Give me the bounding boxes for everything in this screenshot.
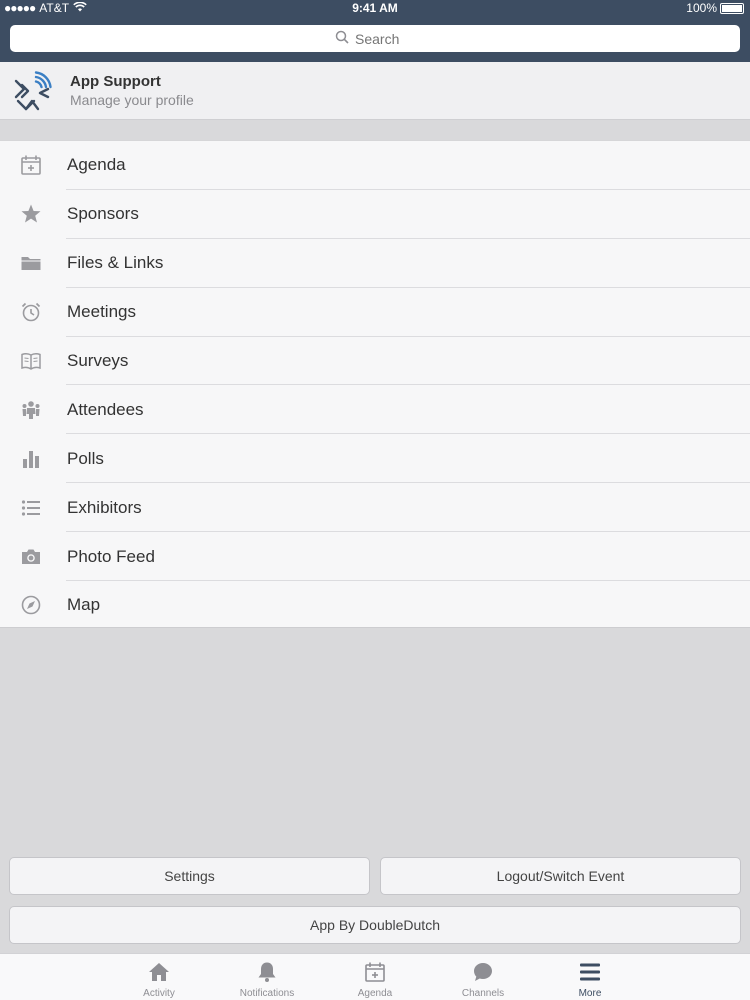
menu-item-label: Exhibitors: [67, 497, 142, 517]
menu-item-label: Agenda: [67, 155, 126, 175]
status-time: 9:41 AM: [352, 1, 398, 15]
tab-label: Activity: [143, 988, 175, 999]
search-bar-container: [0, 17, 750, 62]
compass-icon: [18, 592, 44, 618]
menu-item-polls[interactable]: Polls: [0, 434, 750, 484]
folder-icon: [18, 250, 44, 276]
home-icon: [149, 963, 169, 981]
calendar-icon: [18, 152, 44, 178]
menu-item-map[interactable]: Map: [0, 581, 750, 630]
settings-button[interactable]: Settings: [9, 857, 370, 895]
menu-item-sponsors[interactable]: Sponsors: [0, 190, 750, 239]
menu-item-exhibitors[interactable]: Exhibitors: [0, 483, 750, 533]
tab-more[interactable]: More: [550, 954, 630, 1000]
menu-item-label: Files & Links: [67, 253, 164, 273]
tab-channels[interactable]: Channels: [443, 954, 523, 1000]
people-icon: [18, 397, 44, 423]
menu-item-surveys[interactable]: Surveys: [0, 337, 750, 386]
logout-switch-event-button[interactable]: Logout/Switch Event: [380, 857, 741, 895]
status-right: 100%: [686, 1, 744, 15]
search-icon: [335, 30, 349, 47]
menu-item-agenda[interactable]: Agenda: [0, 141, 750, 190]
menu-item-meetings[interactable]: Meetings: [0, 288, 750, 337]
star-icon: [18, 201, 44, 227]
menu-item-label: Meetings: [67, 302, 136, 322]
search-bar[interactable]: [10, 25, 740, 52]
menu-item-photo-feed[interactable]: Photo Feed: [0, 532, 750, 582]
open-book-icon: [18, 348, 44, 374]
chat-bubble-icon: [474, 963, 492, 981]
profile-name: App Support: [70, 73, 161, 90]
battery-icon: [720, 2, 744, 14]
menu-item-files-links[interactable]: Files & Links: [0, 239, 750, 288]
menu-item-label: Surveys: [67, 351, 129, 370]
profile-row[interactable]: App Support Manage your profile: [0, 62, 750, 120]
menu-item-label: Map: [67, 595, 101, 615]
search-input[interactable]: [355, 30, 415, 47]
app-logo-icon: [14, 71, 52, 111]
tab-notifications[interactable]: Notifications: [227, 954, 307, 1000]
status-bar: ●●●●● AT&T 9:41 AM 100%: [0, 0, 750, 17]
alarm-clock-icon: [18, 299, 44, 325]
tab-label: More: [578, 988, 602, 999]
more-menu-list: Agenda Sponsors Files & Links Meetings S…: [0, 140, 750, 628]
tab-label: Channels: [461, 988, 505, 999]
tab-label: Notifications: [239, 988, 295, 999]
bell-icon: [258, 962, 276, 982]
tab-label: Agenda: [357, 988, 393, 999]
calendar-icon: [365, 962, 385, 982]
tab-activity[interactable]: Activity: [119, 954, 199, 1000]
camera-icon: [18, 544, 44, 570]
menu-item-label: Photo Feed: [67, 546, 155, 566]
list-icon: [18, 495, 44, 521]
battery-percent: 100%: [686, 1, 717, 15]
bar-chart-icon: [18, 446, 44, 472]
profile-subtitle: Manage your profile: [70, 92, 194, 108]
tab-agenda[interactable]: Agenda: [335, 954, 415, 1000]
app-by-doubledutch-button[interactable]: App By DoubleDutch: [9, 906, 741, 944]
menu-item-label: Polls: [67, 448, 104, 468]
menu-icon: [580, 963, 600, 981]
menu-item-attendees[interactable]: Attendees: [0, 385, 750, 435]
menu-item-label: Attendees: [67, 399, 144, 419]
menu-item-label: Sponsors: [67, 204, 139, 224]
tab-bar: Activity Notifications Agenda Channels M…: [0, 953, 750, 1000]
